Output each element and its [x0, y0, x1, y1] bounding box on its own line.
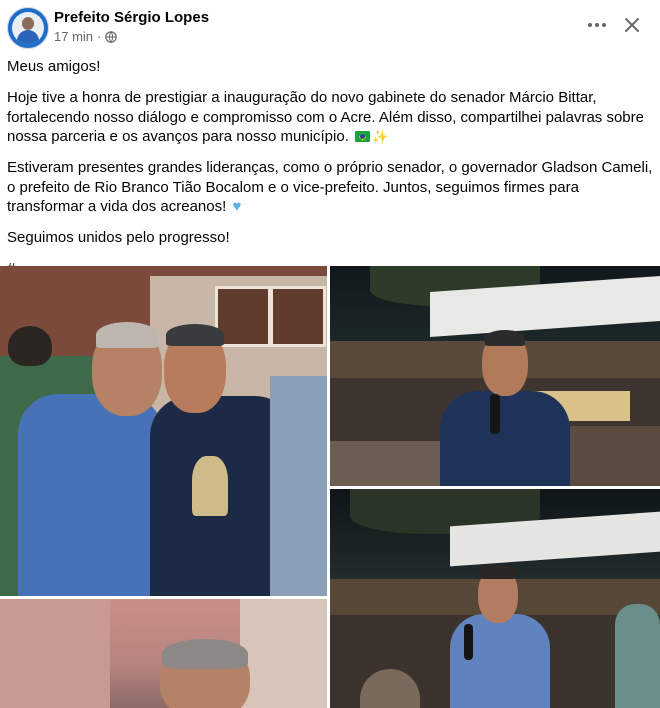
post-photo-2[interactable]: [330, 266, 660, 486]
avatar-head: [22, 17, 34, 30]
post-photo-4[interactable]: [0, 599, 327, 708]
post-paragraph-3: Estiveram presentes grandes lideranças, …: [7, 158, 653, 217]
close-icon[interactable]: [618, 10, 646, 40]
post-text: Meus amigos! Hoje tive a honra de presti…: [7, 57, 653, 290]
globe-icon[interactable]: [105, 30, 118, 43]
paragraph-text: Estiveram presentes grandes lideranças, …: [7, 159, 653, 215]
author-name[interactable]: Prefeito Sérgio Lopes: [54, 9, 209, 26]
more-horizontal-icon[interactable]: [582, 12, 612, 38]
post-paragraph-4: Seguimos unidos pelo progresso!: [7, 228, 653, 248]
post-paragraph-2: Hoje tive a honra de prestigiar a inaugu…: [7, 88, 653, 147]
post-photo-1[interactable]: [0, 266, 327, 596]
avatar-body: [17, 30, 39, 44]
post-photo-3[interactable]: [330, 489, 660, 708]
paragraph-text: Seguimos unidos pelo progresso!: [7, 229, 230, 246]
brazil-flag-icon: [355, 131, 371, 142]
paragraph-text: Meus amigos!: [7, 58, 101, 75]
post-header: Prefeito Sérgio Lopes 17 min ·: [0, 0, 660, 54]
author-avatar[interactable]: [7, 7, 49, 49]
avatar-image: [12, 12, 44, 44]
post-paragraph-1: Meus amigos!: [7, 57, 653, 77]
paragraph-text: Hoje tive a honra de prestigiar a inaugu…: [7, 89, 644, 145]
facebook-post: Prefeito Sérgio Lopes 17 min · Meus amig…: [0, 0, 660, 708]
sparkles-icon: ✨: [372, 129, 389, 144]
post-meta: 17 min ·: [54, 29, 118, 44]
post-time[interactable]: 17 min: [54, 29, 93, 44]
blue-heart-icon: ♥: [232, 198, 242, 215]
meta-separator: ·: [97, 29, 102, 44]
